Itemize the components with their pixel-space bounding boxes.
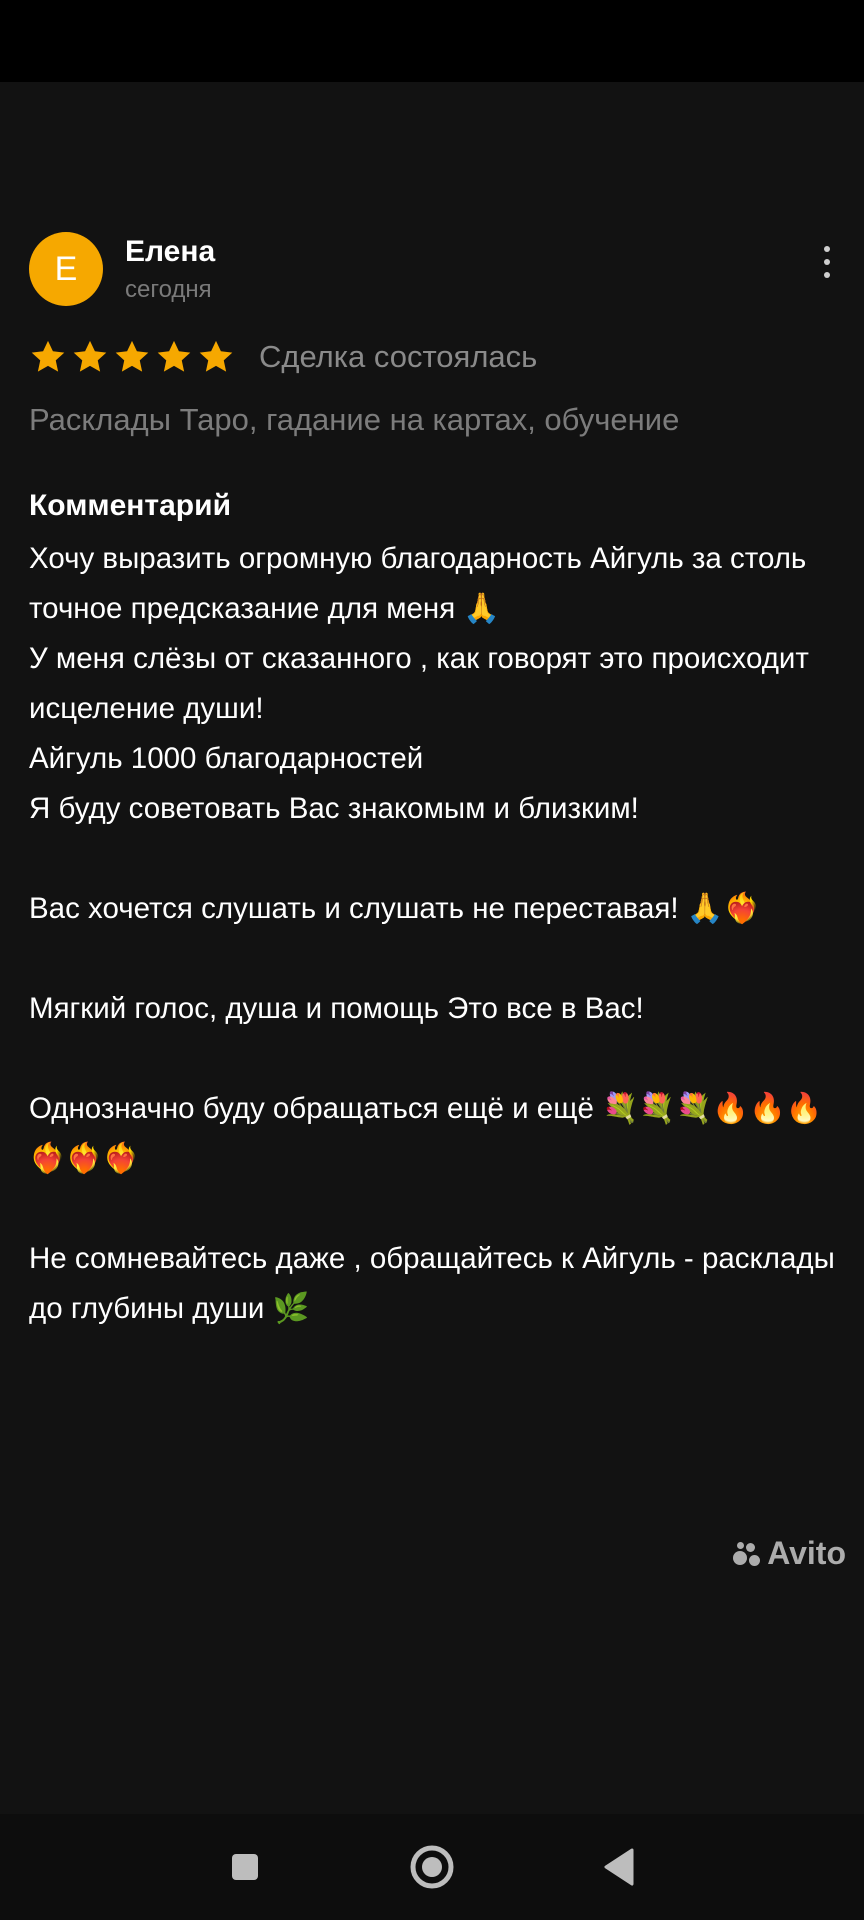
watermark-text: Avito <box>767 1535 846 1571</box>
avito-watermark: Avito <box>731 1535 846 1572</box>
review-date: сегодня <box>125 276 212 303</box>
home-button[interactable] <box>406 1841 458 1893</box>
comment-text: Хочу выразить огромную благодарность Айг… <box>29 542 835 1325</box>
status-bar <box>0 0 864 82</box>
star-icon <box>157 340 191 372</box>
star-icon <box>199 340 233 372</box>
service-category[interactable]: Расклады Таро, гадание на картах, обучен… <box>29 398 839 442</box>
square-icon <box>232 1854 258 1880</box>
comment-heading: Комментарий <box>29 489 232 522</box>
star-icon <box>115 340 149 372</box>
star-icon <box>31 340 65 372</box>
author-name[interactable]: Елена <box>125 232 215 272</box>
avatar[interactable]: Е <box>29 232 103 306</box>
deal-status: Сделка состоялась <box>259 339 538 374</box>
recents-button[interactable] <box>219 1841 271 1893</box>
circle-icon <box>410 1845 454 1889</box>
star-rating <box>29 338 235 376</box>
rating-row: Сделка состоялась <box>29 332 839 382</box>
review-header: Е Елена сегодня <box>29 232 839 318</box>
star-icon <box>73 340 107 372</box>
back-button[interactable] <box>594 1841 646 1893</box>
navigation-bar <box>0 1814 864 1920</box>
triangle-back-icon <box>604 1848 634 1886</box>
review-card: Е Елена сегодня Сделка состоялась Раскла… <box>29 232 839 1334</box>
more-options-icon[interactable] <box>815 242 839 282</box>
avito-logo-icon <box>731 1539 761 1569</box>
